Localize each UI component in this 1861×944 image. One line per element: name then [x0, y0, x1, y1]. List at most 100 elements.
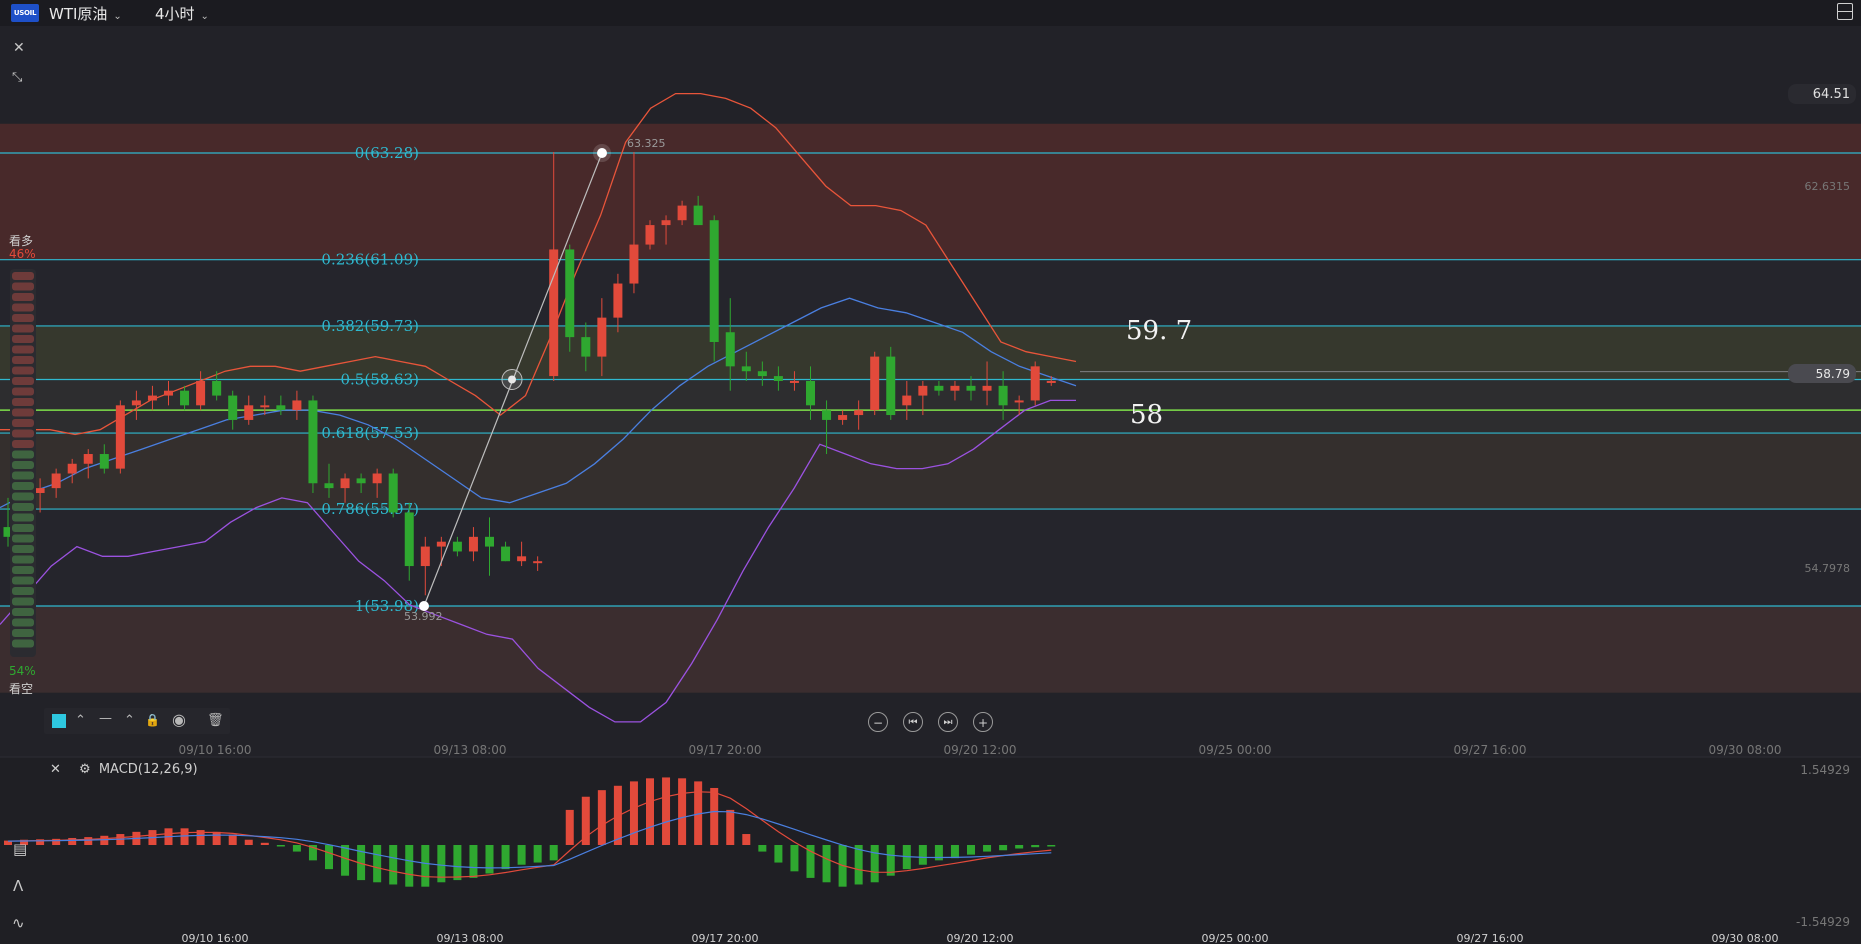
lock-icon[interactable]: 🔒 — [145, 713, 160, 727]
gauge-segment — [12, 524, 34, 532]
fib-label: 0.5(58.63) — [340, 371, 419, 389]
x-axis-tick: 09/30 08:00 — [1709, 743, 1782, 757]
candle-body — [789, 380, 799, 383]
gauge-segment — [12, 566, 34, 574]
close-icon[interactable]: ✕ — [13, 40, 25, 56]
indicator-icon[interactable]: ▤ — [13, 840, 27, 858]
gauge-segment — [12, 513, 34, 522]
fib-label: 0.786(55.97) — [321, 500, 419, 518]
candle-body — [966, 385, 976, 391]
price-chart[interactable]: 0(63.28) 0.236(61.09) 0.382(59.73) 0.5(58.6… — [0, 0, 1861, 944]
gauge-segment — [12, 345, 34, 354]
fib-label: 0(63.28) — [355, 144, 419, 162]
gauge-segment — [12, 503, 34, 511]
fib-zone — [0, 509, 1861, 606]
drawing-compass-icon[interactable]: Λ — [13, 877, 23, 895]
price-tag-top: 64.51 — [1813, 87, 1850, 102]
macd-histogram-bar — [453, 845, 462, 881]
macd-histogram-bar — [597, 790, 606, 845]
macd-histogram-bar — [373, 845, 382, 883]
chevron-up-icon[interactable]: ⌃ — [75, 713, 86, 728]
macd-histogram-bar — [822, 845, 831, 883]
candle-body — [51, 473, 61, 489]
macd-header: ✕ ⚙ MACD(12,26,9) — [50, 762, 198, 777]
candle-body — [147, 395, 157, 401]
macd-histogram-bar — [212, 831, 221, 845]
color-swatch-icon[interactable] — [52, 714, 66, 728]
gauge-segment — [12, 440, 34, 448]
prev-button[interactable]: ⏮ — [903, 712, 923, 732]
candle-body — [854, 410, 864, 416]
macd-histogram-bar — [260, 842, 269, 845]
gauge-segment — [12, 398, 34, 406]
candle-body — [773, 376, 783, 381]
gauge-segment — [12, 608, 34, 616]
gauge-segment — [12, 450, 34, 459]
high-price-label: 63.325 — [627, 137, 666, 150]
candle-body — [388, 473, 398, 513]
macd-histogram-bar — [517, 845, 526, 865]
candle-body — [838, 415, 848, 420]
macd-histogram-bar — [549, 845, 558, 861]
candle-body — [565, 249, 575, 338]
candle-body — [501, 546, 511, 562]
zoom-out-button[interactable]: − — [868, 712, 888, 732]
macd-histogram-bar — [742, 834, 751, 845]
macd-histogram-bar — [581, 796, 590, 845]
macd-histogram-bar — [276, 845, 285, 847]
candle-body — [581, 337, 591, 357]
next-button[interactable]: ⏭ — [938, 712, 958, 732]
chevron-up-icon[interactable]: ⌃ — [124, 713, 135, 728]
fib-zone — [0, 123, 1861, 153]
eye-icon[interactable]: ◉ — [172, 710, 186, 729]
macd-histogram-bar — [918, 845, 927, 865]
annotation-text-1[interactable]: 59. 7 — [1126, 316, 1192, 346]
macd-histogram-bar — [180, 828, 189, 845]
candle-body — [934, 385, 944, 391]
gauge-segment — [12, 587, 34, 595]
macd-histogram-bar — [854, 845, 863, 885]
bear-label: 看空 — [9, 682, 34, 696]
macd-histogram-bar — [726, 809, 735, 845]
annotation-text-2[interactable]: 58 — [1130, 400, 1163, 430]
gauge-segment — [12, 377, 34, 385]
candle-body — [661, 220, 671, 226]
gauge-segment — [12, 555, 34, 564]
candle-body — [308, 400, 318, 484]
gauge-segment — [12, 335, 34, 343]
macd-histogram-bar — [565, 809, 574, 845]
macd-histogram-bar — [292, 845, 301, 852]
candle-body — [613, 283, 623, 318]
candle-body — [822, 410, 832, 420]
candle-body — [1014, 400, 1024, 403]
candle-body — [645, 225, 655, 245]
macd-histogram-bar — [100, 835, 109, 845]
close-icon[interactable]: ✕ — [50, 762, 61, 777]
macd-histogram-bar — [629, 781, 638, 845]
macd-histogram-bar — [485, 845, 494, 874]
gauge-segment — [12, 282, 34, 291]
pulse-icon[interactable]: ∿ — [12, 914, 25, 932]
fib-label: 0.618(57.53) — [321, 424, 419, 442]
candle-body — [1030, 366, 1040, 401]
gauge-segment — [12, 629, 34, 637]
collapse-arrows-icon[interactable]: ⤡ — [12, 70, 22, 85]
macd-histogram-bar — [758, 845, 767, 852]
macd-histogram-bar — [533, 845, 542, 863]
fib-label: 0.382(59.73) — [321, 317, 419, 335]
gear-icon[interactable]: ⚙ — [79, 762, 91, 777]
macd-x-axis-tick: 09/27 16:00 — [1457, 932, 1524, 944]
line-style-icon[interactable]: — — [99, 711, 112, 726]
candle-body — [340, 478, 350, 489]
trash-icon[interactable]: 🗑 — [207, 713, 224, 728]
macd-histogram-bar — [84, 837, 93, 845]
macd-histogram-bar — [983, 845, 992, 852]
candle-body — [292, 400, 302, 411]
candle-body — [998, 385, 1008, 406]
current-price-tag: 58.79 — [1816, 367, 1850, 381]
macd-histogram-bar — [870, 845, 879, 883]
candle-body — [757, 371, 767, 377]
macd-x-axis-tick: 09/17 20:00 — [692, 932, 759, 944]
zoom-in-button[interactable]: + — [973, 712, 993, 732]
gauge-segment — [12, 639, 34, 648]
